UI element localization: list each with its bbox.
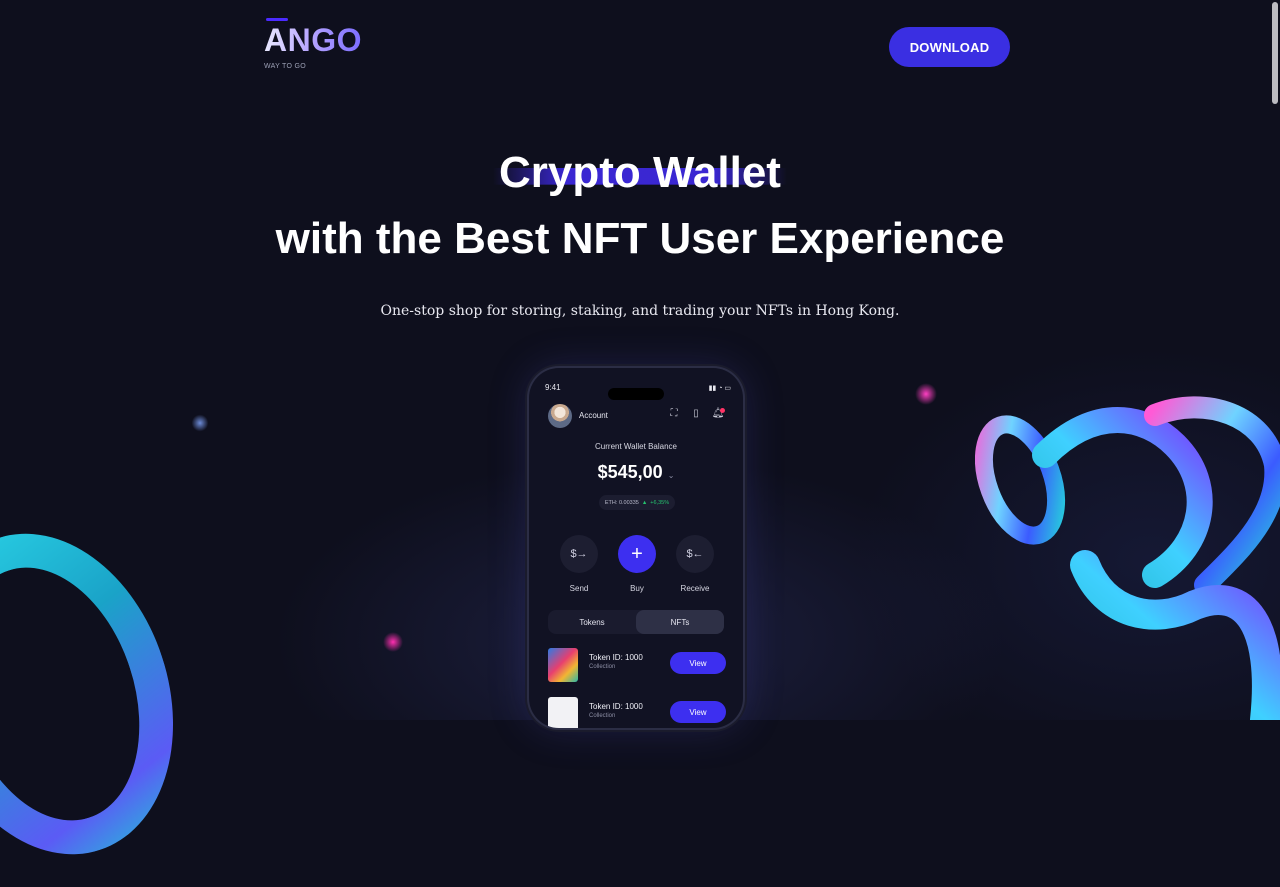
- notification-dot: [720, 408, 725, 413]
- tab-tokens[interactable]: Tokens: [548, 610, 636, 634]
- magenta-glow-dot: [915, 383, 937, 405]
- list-item[interactable]: Token ID: 1000 Collection View: [548, 697, 726, 728]
- hero-subtitle: One-stop shop for storing, staking, and …: [380, 303, 900, 319]
- dynamic-island: [608, 388, 664, 400]
- account-label[interactable]: Account: [579, 411, 608, 420]
- send-label: Send: [569, 584, 589, 593]
- ribbon-tail: [1070, 550, 1280, 720]
- buy-button[interactable]: +: [618, 535, 656, 573]
- logo-text: ANGO: [264, 22, 362, 58]
- receive-label: Receive: [680, 584, 710, 593]
- eth-price-pill: ETH: 0.00335 ▲ +6,35%: [599, 495, 675, 510]
- page-scrollbar[interactable]: [1272, 2, 1278, 104]
- send-dollar-icon: $→: [570, 548, 588, 560]
- blue-glow-dot: [192, 414, 208, 432]
- receive-dollar-icon: $←: [686, 548, 704, 560]
- send-button[interactable]: $→: [560, 535, 598, 573]
- scan-icon[interactable]: ⛶: [667, 408, 681, 419]
- phone-side-button-right: [745, 536, 747, 598]
- nft-subtitle: Collection: [589, 664, 616, 670]
- status-time: 9:41: [545, 383, 561, 392]
- phone-side-button-left-1: [526, 466, 528, 488]
- nft-title: Token ID: 1000: [589, 702, 643, 711]
- avatar[interactable]: [548, 404, 572, 428]
- balance-value-row[interactable]: $545,00 ⌄: [529, 462, 743, 483]
- nft-thumbnail: [548, 648, 578, 682]
- tab-nfts[interactable]: NFTs: [636, 610, 724, 634]
- chevron-down-icon: ⌄: [667, 471, 675, 480]
- document-icon[interactable]: ▯: [689, 408, 703, 419]
- phone-side-button-left-3: [526, 558, 528, 600]
- eth-value: ETH: 0.00335: [604, 499, 639, 506]
- headline-line-2: with the Best NFT User Experience: [275, 214, 1005, 263]
- asset-tabs: Tokens NFTs: [548, 610, 724, 634]
- buy-label: Buy: [630, 584, 644, 593]
- eth-change: +6,35%: [650, 499, 670, 506]
- view-button[interactable]: View: [670, 652, 726, 674]
- nft-subtitle: Collection: [589, 713, 616, 719]
- up-arrow-icon: ▲: [641, 499, 648, 506]
- logo-accent-bar: [266, 18, 288, 21]
- nft-title: Token ID: 1000: [589, 653, 643, 662]
- pink-glow-dot: [383, 632, 403, 652]
- balance-value: $545,00: [597, 462, 663, 482]
- iridescent-ribbon-decoration: [975, 396, 1280, 720]
- list-item[interactable]: Token ID: 1000 Collection View: [548, 648, 726, 682]
- balance-label: Current Wallet Balance: [595, 442, 677, 451]
- plus-icon: +: [631, 542, 643, 565]
- status-icons: ▮▮ ◔ ▭: [708, 385, 731, 392]
- logo-tagline: WAY TO GO: [264, 63, 306, 70]
- phone-side-button-left-2: [526, 506, 528, 548]
- download-button[interactable]: DOWNLOAD: [889, 27, 1010, 67]
- phone-mockup: 9:41 ▮▮ ◔ ▭ Account ⛶ ▯ 🔔︎ Current Walle…: [529, 368, 743, 728]
- ribbon-loop-2: [1032, 407, 1213, 588]
- nft-thumbnail: [548, 697, 578, 728]
- headline-highlight: Crypto Wallet: [493, 148, 787, 197]
- headline-line-1: Crypto Wallet: [0, 148, 1280, 198]
- receive-button[interactable]: $←: [676, 535, 714, 573]
